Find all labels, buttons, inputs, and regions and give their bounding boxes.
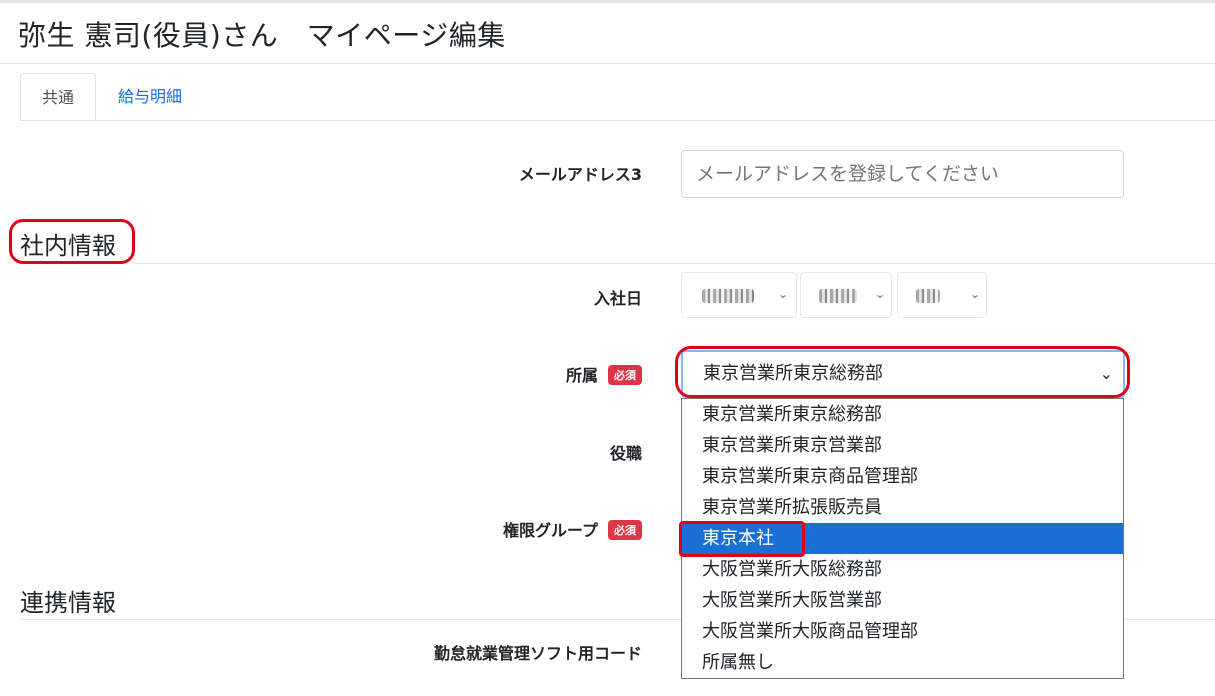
- annotation-circle-department: [675, 346, 1130, 398]
- chevron-down-icon: ⌄: [778, 287, 789, 301]
- required-badge: 必須: [608, 520, 642, 540]
- permission-group-label-text: 権限グループ: [502, 521, 598, 540]
- attendance-code-label: 勤怠就業管理ソフト用コード: [433, 644, 642, 663]
- annotation-circle-section: [9, 219, 135, 264]
- annotation-box-tokyo-honsha: [679, 521, 805, 557]
- redacted-day: [916, 289, 940, 303]
- email3-input[interactable]: [681, 150, 1124, 198]
- hire-date-year-select[interactable]: ⌄: [681, 272, 797, 318]
- dropdown-option[interactable]: 東京営業所東京商品管理部: [682, 461, 1123, 492]
- dropdown-option[interactable]: 東京営業所東京総務部: [682, 399, 1123, 430]
- title-divider: [0, 63, 1215, 64]
- tab-common[interactable]: 共通: [20, 73, 96, 121]
- dropdown-option[interactable]: 東京営業所東京営業部: [682, 430, 1123, 461]
- dropdown-option[interactable]: 大阪営業所大阪商品管理部: [682, 616, 1123, 647]
- tabs-border: [20, 120, 1215, 121]
- dropdown-option[interactable]: 所属無し: [682, 647, 1123, 678]
- redacted-month: [819, 289, 857, 303]
- page-title: 弥生 憲司(役員)さん マイページ編集: [18, 19, 506, 52]
- required-badge: 必須: [608, 365, 642, 385]
- dropdown-option[interactable]: 大阪営業所大阪営業部: [682, 585, 1123, 616]
- email3-label: メールアドレス3: [518, 165, 642, 184]
- hire-date-month-select[interactable]: ⌄: [800, 272, 892, 318]
- tab-payslip[interactable]: 給与明細: [118, 73, 182, 121]
- department-label: 所属 必須: [566, 362, 642, 386]
- position-label: 役職: [609, 444, 642, 463]
- chevron-down-icon: ⌄: [875, 287, 886, 301]
- redacted-year: [702, 289, 754, 303]
- section-divider: [135, 263, 1215, 264]
- department-label-text: 所属: [565, 366, 598, 385]
- chevron-down-icon: ⌄: [970, 287, 981, 301]
- hire-date-label: 入社日: [593, 289, 642, 308]
- dropdown-option[interactable]: 東京営業所拡張販売員: [682, 492, 1123, 523]
- top-border: [0, 0, 1215, 3]
- dropdown-option[interactable]: 大阪営業所大阪総務部: [682, 554, 1123, 585]
- section-integration-info: 連携情報: [20, 589, 116, 617]
- permission-group-label: 権限グループ 必須: [503, 517, 642, 541]
- hire-date-day-select[interactable]: ⌄: [897, 272, 987, 318]
